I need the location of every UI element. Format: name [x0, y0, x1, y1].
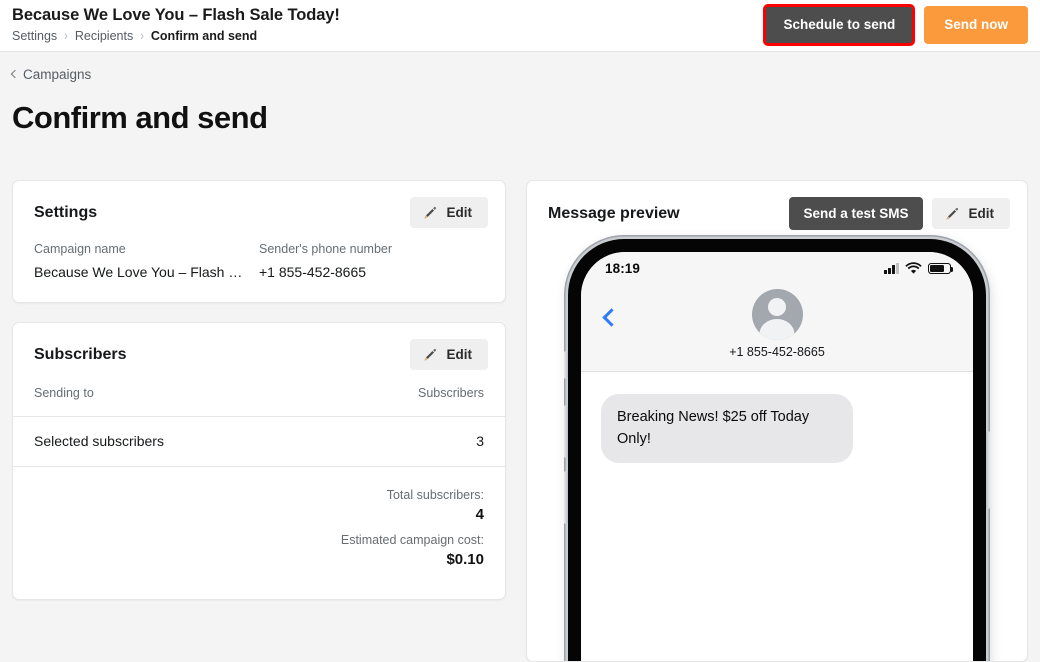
total-subscribers-value: 4	[34, 504, 484, 526]
campaign-name-value: Because We Love You – Flash …	[34, 264, 259, 280]
phone-mockup: 18:19	[568, 239, 986, 662]
subscribers-card-title: Subscribers	[34, 346, 126, 364]
phone-volume-up-button	[564, 405, 568, 458]
phone-power-button	[986, 431, 990, 509]
pencil-icon	[423, 347, 438, 362]
send-test-sms-button[interactable]: Send a test SMS	[789, 197, 922, 230]
phone-screen: 18:19	[581, 252, 973, 662]
message-preview-actions: Send a test SMS Edit	[789, 197, 1010, 230]
cellular-signal-icon	[884, 263, 899, 274]
status-bar-icons	[884, 262, 951, 275]
back-to-campaigns-link[interactable]: Campaigns	[12, 67, 91, 82]
selected-subscribers-value: 3	[476, 433, 484, 449]
campaign-title: Because We Love You – Flash Sale Today!	[12, 5, 340, 25]
settings-card-header: Settings Edit	[13, 181, 505, 242]
pencil-icon	[423, 205, 438, 220]
total-subscribers-label: Total subscribers:	[34, 487, 484, 504]
breadcrumb-item-recipients[interactable]: Recipients	[75, 28, 133, 44]
wifi-icon	[905, 262, 922, 275]
settings-edit-label: Edit	[447, 205, 473, 220]
sender-phone-label: Sender's phone number	[259, 242, 484, 256]
subscribers-totals: Total subscribers: 4 Estimated campaign …	[13, 467, 505, 599]
back-link-label: Campaigns	[23, 67, 91, 82]
breadcrumb-item-settings[interactable]: Settings	[12, 28, 57, 44]
schedule-to-send-button[interactable]: Schedule to send	[765, 6, 913, 44]
subscribers-edit-label: Edit	[447, 347, 473, 362]
message-preview-header: Message preview Send a test SMS Edit	[527, 181, 1027, 244]
campaign-name-field: Campaign name Because We Love You – Flas…	[34, 242, 259, 280]
breadcrumb-item-confirm-and-send[interactable]: Confirm and send	[151, 28, 257, 44]
subscribers-edit-button[interactable]: Edit	[410, 339, 489, 370]
phone-silent-switch	[564, 351, 568, 379]
subscribers-column-sending-to: Sending to	[34, 386, 94, 400]
battery-icon	[928, 263, 951, 275]
header-title-group: Because We Love You – Flash Sale Today! …	[12, 5, 340, 44]
phone-volume-down-button	[564, 471, 568, 524]
conversation-header: +1 855-452-8665	[581, 285, 973, 372]
sender-phone-field: Sender's phone number +1 855-452-8665	[259, 242, 484, 280]
subscribers-card-header: Subscribers Edit	[13, 323, 505, 384]
pencil-icon	[945, 206, 960, 221]
message-preview-card: Message preview Send a test SMS Edit	[526, 180, 1028, 662]
breadcrumb-separator-icon: ›	[140, 26, 144, 46]
table-row: Selected subscribers 3	[13, 417, 505, 466]
message-preview-edit-label: Edit	[969, 206, 995, 221]
subscribers-column-subscribers: Subscribers	[418, 386, 484, 400]
page-title: Confirm and send	[12, 100, 268, 136]
status-bar-time: 18:19	[605, 261, 640, 276]
settings-fields: Campaign name Because We Love You – Flas…	[13, 242, 505, 302]
conversation-contact-number: +1 855-452-8665	[581, 345, 973, 359]
selected-subscribers-label: Selected subscribers	[34, 433, 164, 449]
subscribers-table-header: Sending to Subscribers	[13, 384, 505, 416]
conversation-body: Breaking News! $25 off Today Only!	[581, 372, 973, 463]
page-body: Campaigns Confirm and send Settings Edit	[0, 52, 1040, 662]
sender-phone-value: +1 855-452-8665	[259, 264, 484, 280]
contact-avatar-icon	[752, 289, 803, 340]
settings-edit-button[interactable]: Edit	[410, 197, 489, 228]
breadcrumb: Settings › Recipients › Confirm and send	[12, 28, 340, 44]
phone-status-bar: 18:19	[581, 252, 973, 285]
send-now-button[interactable]: Send now	[924, 6, 1028, 44]
subscribers-card: Subscribers Edit Sending to Subscribers	[12, 322, 506, 600]
message-preview-title: Message preview	[548, 205, 680, 223]
message-bubble: Breaking News! $25 off Today Only!	[601, 394, 853, 463]
right-column: Message preview Send a test SMS Edit	[526, 180, 1028, 662]
chevron-left-icon	[11, 70, 19, 78]
settings-card-title: Settings	[34, 204, 97, 222]
settings-card: Settings Edit Campaign name Because We L…	[12, 180, 506, 303]
app-header: Because We Love You – Flash Sale Today! …	[0, 0, 1040, 52]
chevron-left-icon[interactable]	[602, 308, 620, 326]
content-columns: Settings Edit Campaign name Because We L…	[12, 180, 1028, 662]
estimated-cost-label: Estimated campaign cost:	[34, 532, 484, 549]
campaign-name-label: Campaign name	[34, 242, 259, 256]
estimated-cost-value: $0.10	[34, 549, 484, 571]
message-preview-edit-button[interactable]: Edit	[932, 198, 1011, 229]
breadcrumb-separator-icon: ›	[64, 26, 68, 46]
phone-mockup-wrapper: 18:19	[527, 239, 1027, 661]
left-column: Settings Edit Campaign name Because We L…	[12, 180, 506, 662]
header-actions: Schedule to send Send now	[765, 6, 1028, 44]
